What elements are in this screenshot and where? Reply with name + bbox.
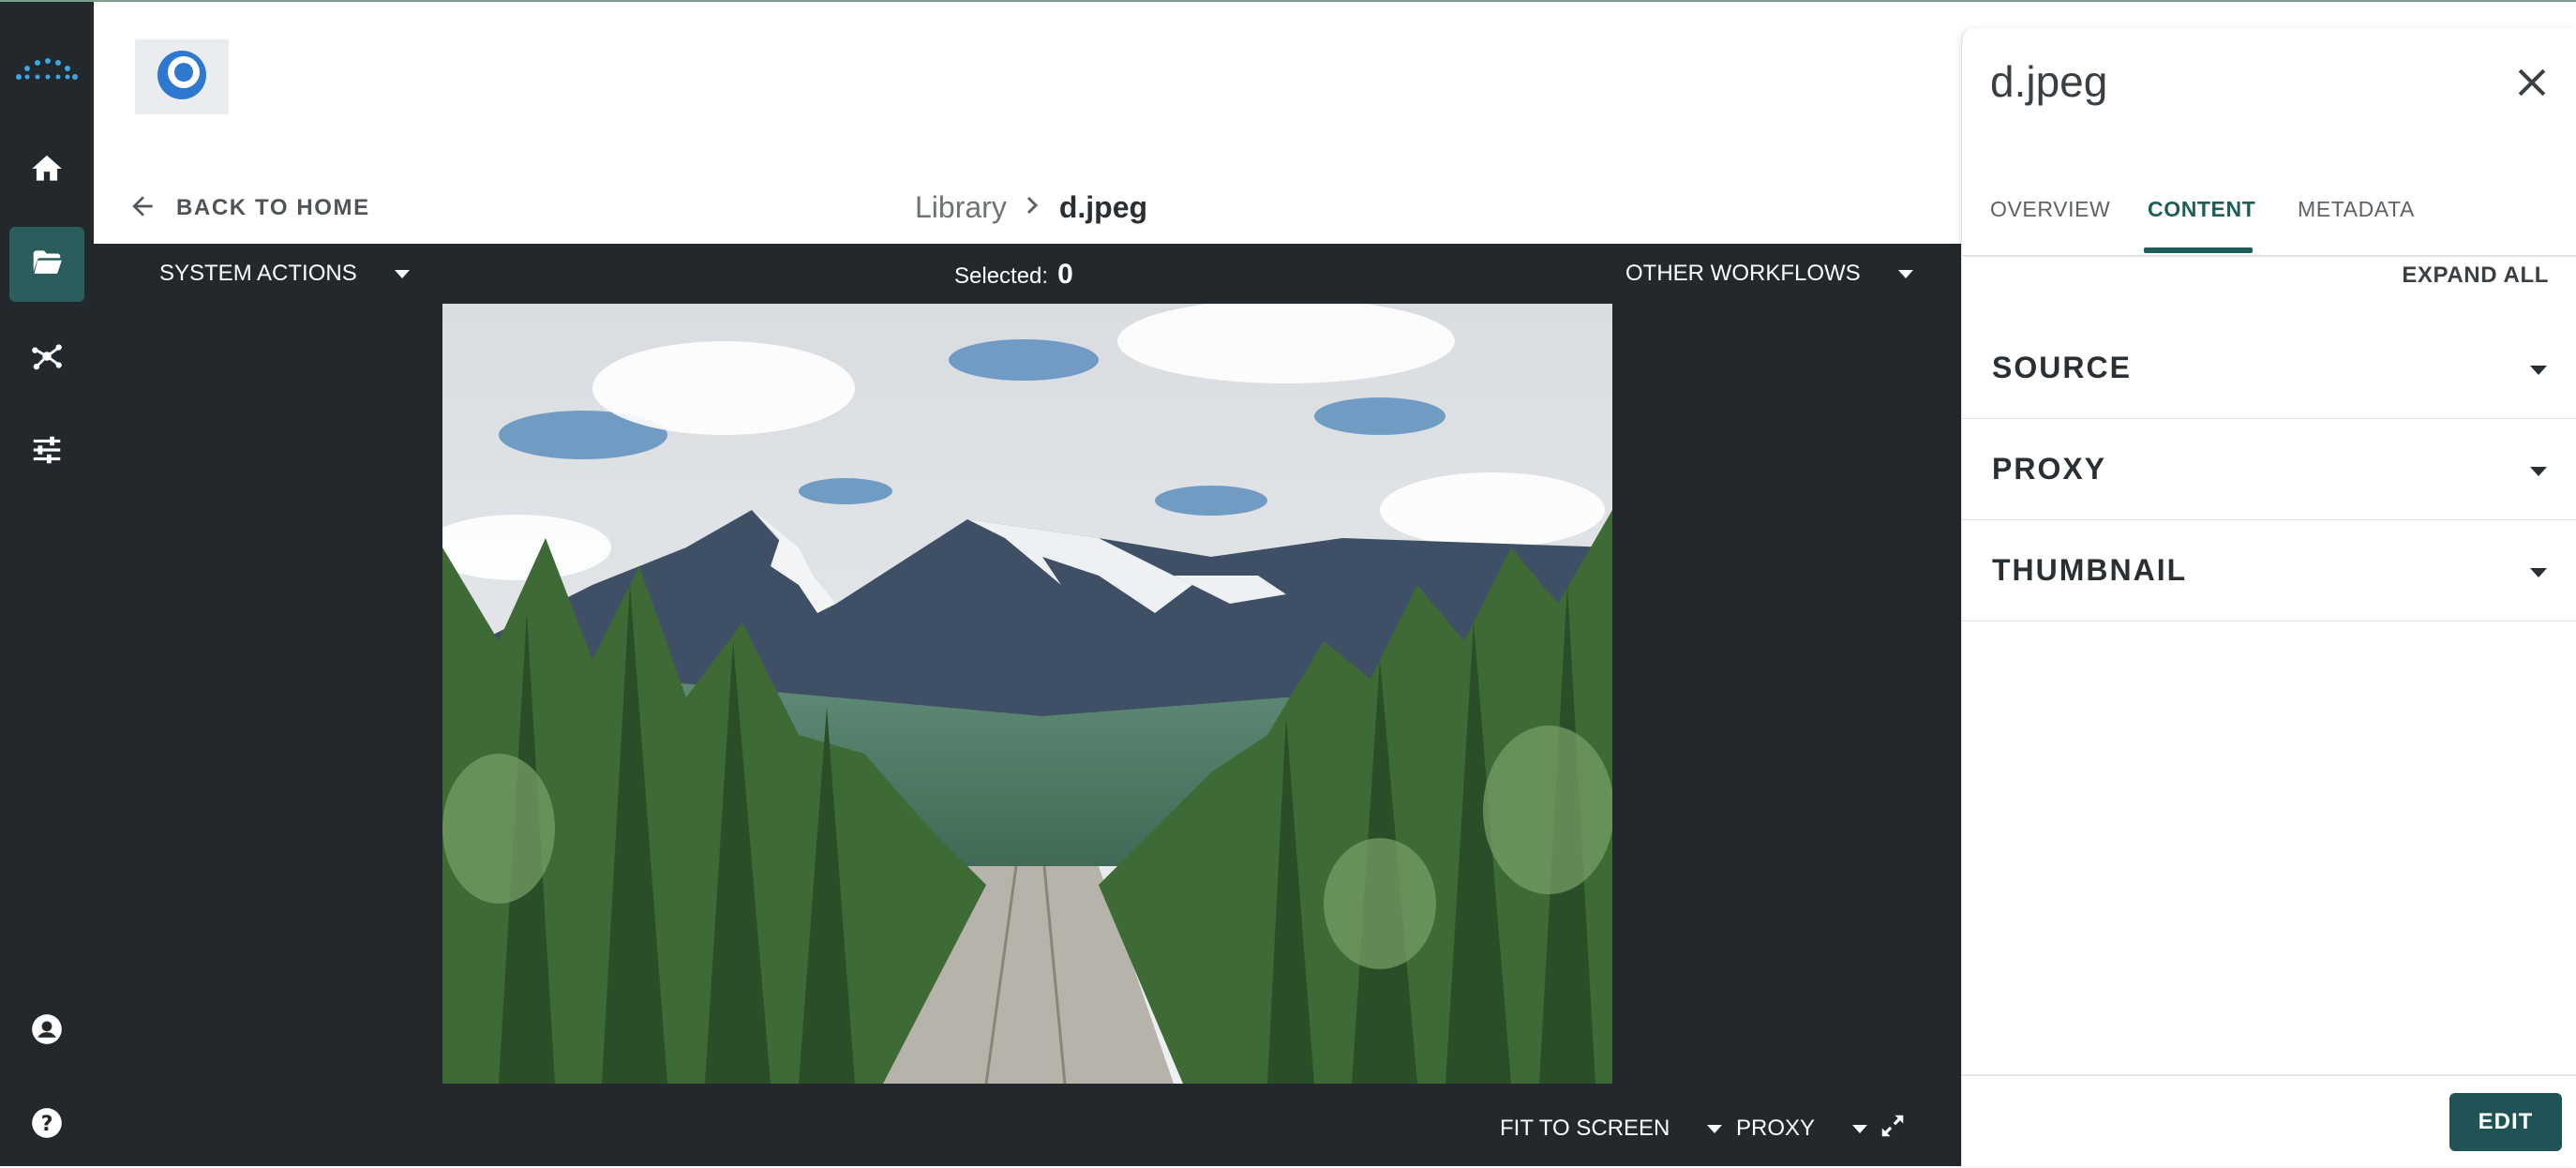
- caret-down-icon: [2530, 366, 2547, 375]
- selected-count: Selected: 0: [954, 259, 1073, 291]
- caret-down-icon: [2530, 568, 2547, 577]
- caret-down-icon: [1707, 1124, 1723, 1133]
- breadcrumb-current: d.jpeg: [1058, 189, 1148, 224]
- other-workflows-label: OTHER WORKFLOWS: [1625, 261, 1861, 286]
- other-workflows-dropdown[interactable]: OTHER WORKFLOWS: [1625, 261, 1913, 287]
- chevron-right-icon: [1022, 191, 1044, 224]
- back-to-home-label: BACK TO HOME: [176, 195, 370, 220]
- detail-panel: d.jpeg OVERVIEW CONTENT METADATA EXPAND …: [1961, 28, 2576, 1166]
- section-thumbnail[interactable]: THUMBNAIL: [1962, 519, 2576, 621]
- close-icon: [2511, 68, 2553, 107]
- section-proxy[interactable]: PROXY: [1962, 418, 2576, 520]
- breadcrumb: Library d.jpeg: [915, 184, 1147, 231]
- asset-viewer: SYSTEM ACTIONS Selected: 0 OTHER WORKFLO…: [94, 244, 1961, 1166]
- network-icon: [29, 338, 65, 379]
- caret-down-icon: [394, 269, 410, 278]
- panel-title: d.jpeg: [1990, 57, 2108, 106]
- edit-button[interactable]: EDIT: [2449, 1093, 2562, 1151]
- tab-content[interactable]: CONTENT: [2148, 197, 2255, 222]
- top-accent-line: [0, 0, 2576, 2]
- sliders-icon: [29, 432, 65, 472]
- nav-settings[interactable]: [9, 414, 84, 489]
- caret-down-icon: [1897, 269, 1913, 278]
- section-proxy-label: PROXY: [1992, 452, 2107, 486]
- selected-label: Selected:: [954, 263, 1049, 289]
- rendition-label: PROXY: [1736, 1116, 1816, 1141]
- svg-text:?: ?: [41, 1111, 53, 1135]
- brand-logo-icon[interactable]: [15, 51, 79, 84]
- app-logo-icon: [156, 49, 208, 106]
- account-circle-icon: [29, 1011, 65, 1052]
- nav-workflows[interactable]: [9, 321, 84, 396]
- section-thumbnail-label: THUMBNAIL: [1992, 553, 2188, 587]
- folder-open-icon: [29, 245, 65, 285]
- tab-metadata[interactable]: METADATA: [2298, 197, 2415, 222]
- panel-tabs: OVERVIEW CONTENT METADATA: [1962, 180, 2576, 257]
- fullscreen-button[interactable]: [1879, 1112, 1907, 1146]
- fit-to-screen-label: FIT TO SCREEN: [1500, 1116, 1670, 1141]
- nav-library[interactable]: [9, 227, 84, 302]
- section-source-label: SOURCE: [1992, 351, 2132, 384]
- selected-value: 0: [1057, 259, 1073, 290]
- expand-icon: [1879, 1112, 1907, 1146]
- help-circle-icon: ?: [29, 1105, 65, 1146]
- close-button[interactable]: [2511, 62, 2553, 103]
- nav-rail: ?: [0, 2, 94, 1166]
- breadcrumb-library[interactable]: Library: [915, 190, 1007, 225]
- section-source[interactable]: SOURCE: [1962, 317, 2576, 419]
- caret-down-icon: [2530, 467, 2547, 476]
- nav-account[interactable]: [9, 994, 84, 1069]
- back-to-home-link[interactable]: BACK TO HOME: [127, 189, 370, 227]
- asset-image: [442, 304, 1612, 1084]
- panel-footer: EDIT: [1962, 1074, 2576, 1168]
- nav-home[interactable]: [9, 133, 84, 208]
- caret-down-icon: [1852, 1124, 1868, 1133]
- tab-overview[interactable]: OVERVIEW: [1990, 197, 2110, 222]
- fit-to-screen-dropdown[interactable]: FIT TO SCREEN: [1500, 1116, 1723, 1142]
- home-icon: [29, 151, 65, 191]
- expand-all-button[interactable]: EXPAND ALL: [2402, 262, 2549, 289]
- active-tab-indicator: [2144, 247, 2253, 253]
- system-actions-dropdown[interactable]: SYSTEM ACTIONS: [159, 261, 410, 287]
- system-actions-label: SYSTEM ACTIONS: [159, 261, 357, 286]
- rendition-dropdown[interactable]: PROXY: [1736, 1116, 1868, 1142]
- app-logo[interactable]: [135, 39, 229, 114]
- arrow-left-icon: [127, 191, 157, 226]
- nav-help[interactable]: ?: [9, 1087, 84, 1162]
